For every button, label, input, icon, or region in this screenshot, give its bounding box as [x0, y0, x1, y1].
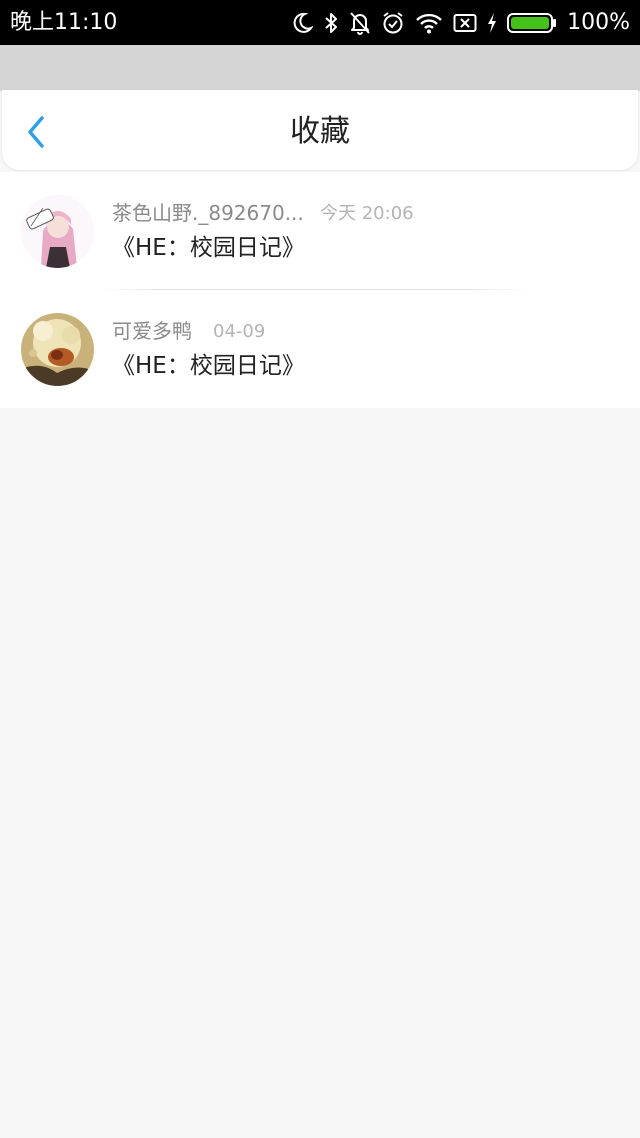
battery-percentage: 100%: [567, 10, 630, 35]
avatar[interactable]: [21, 313, 94, 386]
moon-icon: [293, 12, 314, 33]
item-title: 《HE：校园日记》: [112, 235, 305, 261]
nav-bar: 收藏: [2, 90, 638, 170]
favorite-item[interactable]: 可爱多鸭 04-09 《HE：校园日记》: [0, 290, 640, 408]
favorite-item[interactable]: 茶色山野._892670... 今天 20:06 《HE：校园日记》: [0, 172, 640, 290]
charging-icon: [488, 13, 497, 33]
status-bar: 晚上11:10 100%: [0, 0, 640, 45]
item-title: 《HE：校园日记》: [112, 353, 305, 379]
avatar[interactable]: [21, 195, 94, 268]
battery-fill: [511, 17, 550, 29]
page-title: 收藏: [290, 114, 350, 149]
item-time: 今天 20:06: [320, 203, 414, 224]
battery-icon: [507, 13, 557, 33]
author-name: 可爱多鸭: [112, 319, 192, 343]
mute-bell-icon: [350, 12, 370, 35]
no-sim-icon: [453, 14, 477, 32]
item-time: 04-09: [213, 321, 266, 342]
status-time: 晚上11:10: [10, 10, 118, 35]
alarm-icon: [383, 12, 403, 34]
favorites-list: 茶色山野._892670... 今天 20:06 《HE：校园日记》 可爱多鸭 …: [0, 172, 640, 408]
wifi-icon: [416, 13, 442, 34]
header-shade: [0, 45, 640, 91]
status-icons: 100%: [291, 8, 630, 38]
author-name: 茶色山野._892670...: [112, 201, 304, 225]
bluetooth-icon: [325, 13, 338, 33]
